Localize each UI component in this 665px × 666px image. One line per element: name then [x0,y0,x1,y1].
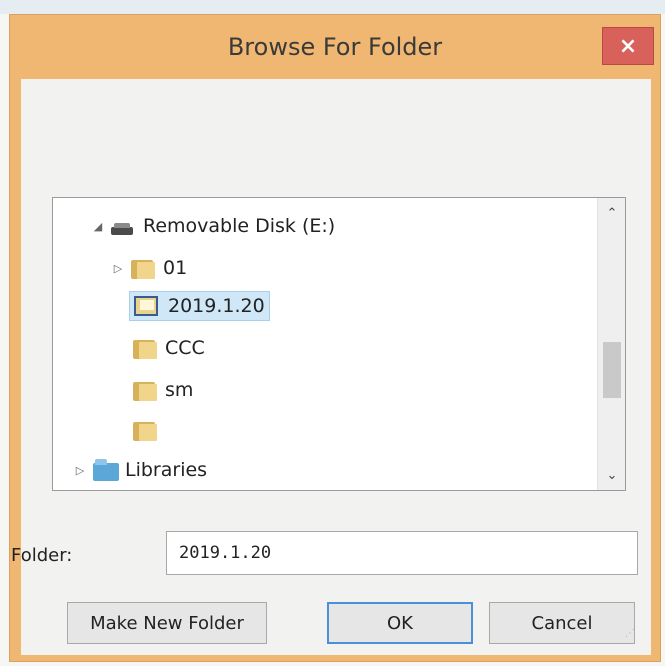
scroll-up-icon[interactable]: ⌃ [598,200,625,226]
collapsed-arrow-icon[interactable]: ▷ [111,261,125,275]
tree-item-label: Removable Disk (E:) [143,215,336,237]
tree-item-2019-1-20[interactable]: 2019.1.20 [129,286,270,326]
tree-item-unnamed[interactable] [133,410,165,450]
tree-item-label: 2019.1.20 [168,295,265,317]
folder-input[interactable] [166,531,638,575]
tree-item-01[interactable]: ▷ 01 [111,248,187,288]
dialog-body: ◢ Removable Disk (E:) ▷ 01 2019.1.20 CCC [11,79,651,655]
ok-button[interactable]: OK [327,602,473,644]
title-bar[interactable]: Browse For Folder × [10,15,660,79]
cancel-button[interactable]: Cancel [489,602,635,644]
tree-item-libraries[interactable]: ▷ Libraries [73,450,207,490]
folder-tree[interactable]: ◢ Removable Disk (E:) ▷ 01 2019.1.20 CCC [52,197,626,491]
tree-item-label: 01 [163,257,188,279]
libraries-icon [93,459,119,481]
background-strip [0,0,665,14]
open-folder-icon [134,294,160,318]
dialog-title: Browse For Folder [227,33,443,61]
folder-field-label: Folder: [11,545,73,566]
expanded-arrow-icon[interactable]: ◢ [91,219,105,233]
close-button[interactable]: × [602,27,654,65]
tree-item-ccc[interactable]: CCC [133,328,205,368]
tree-item-label: CCC [165,337,205,359]
tree-item-sm[interactable]: sm [133,370,193,410]
tree-item-label: Libraries [125,459,208,481]
resize-grip-icon[interactable]: ⋰ [625,628,635,639]
collapsed-arrow-icon[interactable]: ▷ [73,463,87,477]
folder-icon [131,257,155,279]
browse-for-folder-dialog: Browse For Folder × ◢ Removable Disk (E:… [9,14,661,662]
removable-drive-icon [111,223,133,235]
folder-icon [133,379,157,401]
vertical-scrollbar[interactable]: ⌃ ⌄ [597,198,625,490]
scroll-down-icon[interactable]: ⌄ [598,462,625,488]
folder-icon [133,419,157,441]
tree-item-removable-disk[interactable]: ◢ Removable Disk (E:) [91,206,335,246]
tree-item-label: sm [165,379,194,401]
make-new-folder-button[interactable]: Make New Folder [67,602,267,644]
selected-highlight[interactable]: 2019.1.20 [129,291,270,321]
scroll-thumb[interactable] [603,342,621,398]
folder-icon [133,337,157,359]
